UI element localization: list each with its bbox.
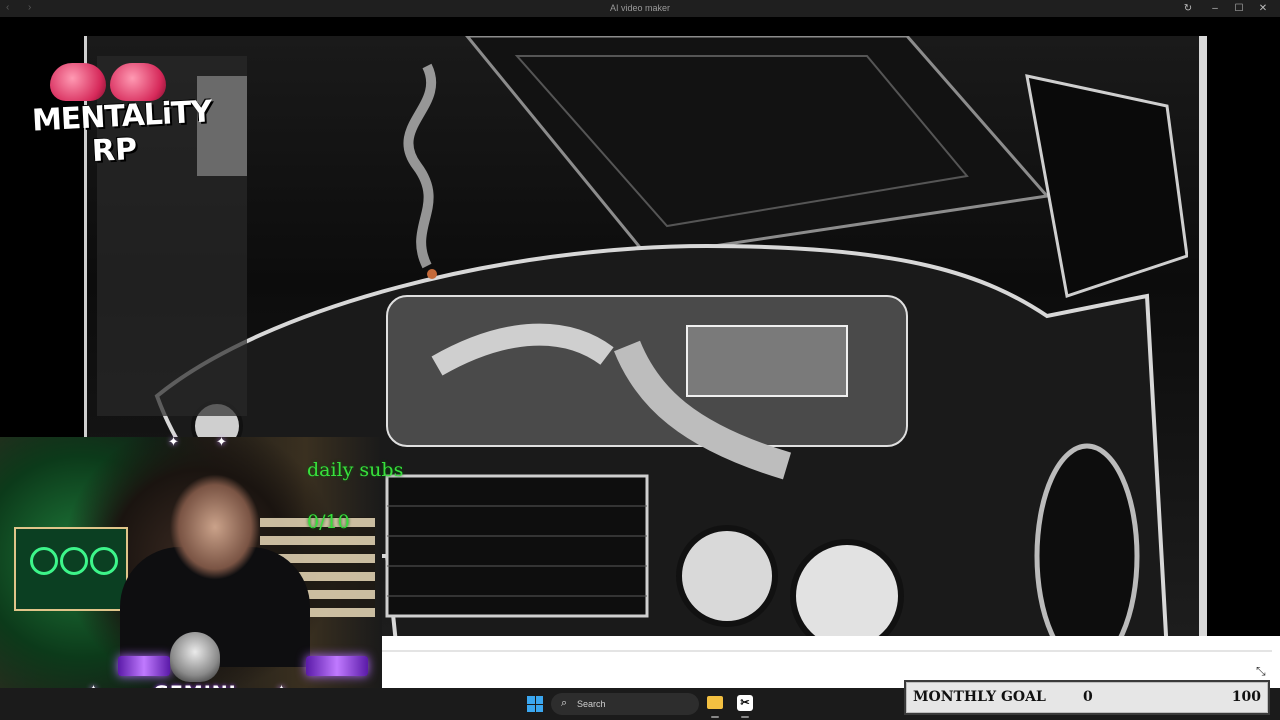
capcut-icon[interactable]: ✂ [737,695,753,711]
pc-fan-icon [30,547,58,575]
pc-fan-icon [60,547,88,575]
brain-icon [50,63,106,101]
search-icon: ⌕ [561,697,568,709]
monthly-goal-widget: MONTHLY GOAL 0 100 [906,682,1268,713]
brain-icon [110,63,166,101]
fullscreen-exit-icon[interactable]: ⤡ [1256,664,1272,680]
start-icon[interactable] [527,696,543,712]
app-running-indicator [741,716,749,718]
neon-bar [306,656,368,676]
sparkle-icon: ✦ [216,434,227,449]
maximize-button[interactable]: ☐ [1228,1,1250,16]
search-placeholder: Search [577,699,606,709]
daily-subs-label: daily subs [307,459,404,481]
refresh-icon[interactable]: ↻ [1177,1,1199,16]
goal-label: MONTHLY GOAL [913,689,1046,705]
window-titlebar: ‹ › AI video maker ↻ – ☐ ✕ [0,0,1280,17]
skull-icon [170,632,220,682]
minimize-button[interactable]: – [1204,1,1226,16]
file-explorer-icon[interactable] [707,696,723,709]
goal-target: 100 [1231,689,1261,705]
goal-current: 0 [1083,689,1093,705]
app-running-indicator [711,716,719,718]
mentality-rp-logo: MENTALiTY RP [30,63,212,175]
taskbar-search[interactable]: ⌕ Search [551,693,699,715]
sparkle-icon: ✦ [168,434,179,449]
window-title: AI video maker [609,3,671,13]
pc-fan-icon [90,547,118,575]
progress-track[interactable] [380,650,1272,652]
close-button[interactable]: ✕ [1252,1,1274,16]
logo-text-line2: RP [91,131,138,170]
daily-subs-count: 0/10 [307,511,350,533]
